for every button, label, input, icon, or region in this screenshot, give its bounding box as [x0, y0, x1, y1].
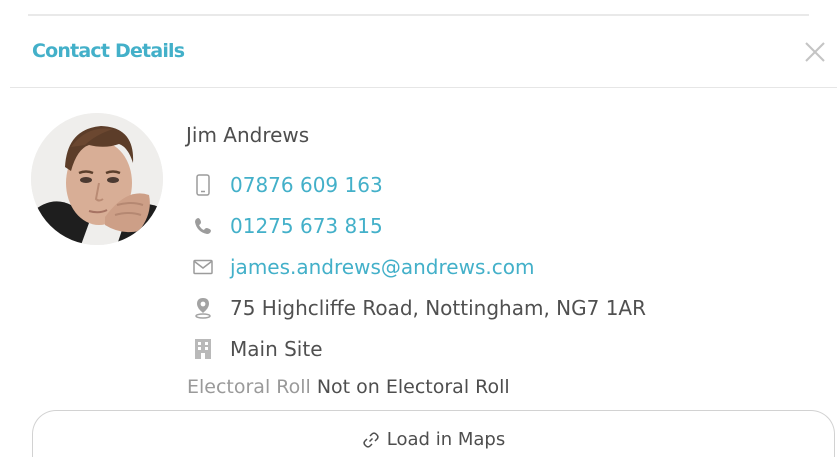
electoral-roll: Electoral Roll Not on Electoral Roll [187, 376, 510, 398]
mobile-number-link[interactable]: 07876 609 163 [230, 173, 383, 197]
location-pin-icon [191, 296, 215, 320]
close-button[interactable] [801, 38, 829, 66]
electoral-roll-value: Not on Electoral Roll [316, 376, 510, 398]
envelope-icon [191, 255, 215, 279]
site-text: Main Site [230, 337, 323, 361]
email-row: james.andrews@andrews.com [191, 252, 534, 282]
mobile-phone-icon [191, 173, 215, 197]
mobile-row: 07876 609 163 [191, 170, 383, 200]
load-in-maps-label: Load in Maps [386, 429, 506, 450]
dialog-header: Contact Details [0, 16, 837, 88]
phone-handset-icon [191, 214, 215, 238]
link-icon [362, 431, 380, 449]
address-row: 75 Highcliffe Road, Nottingham, NG7 1AR [191, 293, 646, 323]
load-in-maps-button[interactable]: Load in Maps [32, 410, 835, 457]
avatar [31, 113, 163, 245]
phone-row: 01275 673 815 [191, 211, 383, 241]
address-text: 75 Highcliffe Road, Nottingham, NG7 1AR [230, 296, 647, 320]
dialog-title: Contact Details [32, 40, 185, 62]
electoral-roll-label: Electoral Roll [187, 376, 311, 398]
email-link[interactable]: james.andrews@andrews.com [230, 255, 534, 279]
site-row: Main Site [191, 334, 323, 364]
header-divider [10, 87, 837, 88]
close-icon [805, 42, 825, 62]
phone-number-link[interactable]: 01275 673 815 [230, 214, 383, 238]
building-icon [191, 337, 215, 361]
contact-name: Jim Andrews [186, 123, 310, 147]
